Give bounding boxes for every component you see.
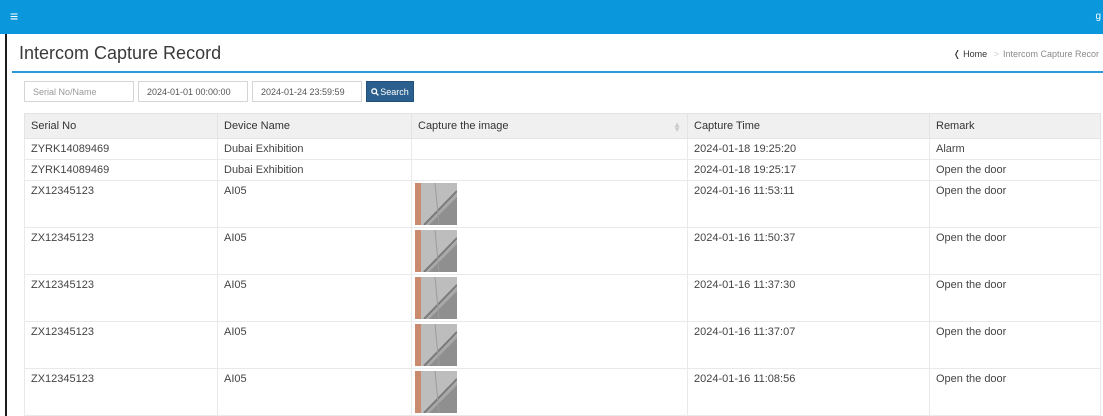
start-time-input[interactable] bbox=[138, 81, 248, 102]
capture-time-cell: 2024-01-16 11:08:56 bbox=[687, 368, 930, 416]
top-navbar: ≡ g bbox=[0, 0, 1103, 34]
breadcrumb-home[interactable]: ❬ Home bbox=[953, 49, 990, 59]
column-header-time[interactable]: Capture Time bbox=[687, 113, 930, 139]
search-button-label: Search bbox=[380, 86, 409, 97]
device-name-cell: AI05 bbox=[217, 321, 412, 369]
remark-cell: Open the door bbox=[929, 274, 1101, 322]
remark-cell: Open the door bbox=[929, 159, 1101, 181]
breadcrumb-home-label: Home bbox=[963, 49, 988, 59]
sidebar-edge bbox=[0, 34, 7, 416]
capture-thumbnail[interactable] bbox=[415, 230, 457, 272]
table-row[interactable]: ZX12345123 AI05 2024-01-16 11:53:11 Open th… bbox=[24, 180, 1101, 228]
remark-cell: Open the door bbox=[929, 227, 1101, 275]
column-header-image[interactable]: Capture the image ▲ ▼ bbox=[411, 113, 688, 139]
serial-cell: ZX12345123 bbox=[24, 227, 218, 275]
column-header-remark[interactable]: Remark bbox=[929, 113, 1101, 139]
table-row[interactable]: ZX12345123 AI05 2024-01-16 11:50:37 Open th… bbox=[24, 227, 1101, 275]
serial-search-input[interactable] bbox=[24, 81, 134, 102]
capture-time-cell: 2024-01-18 19:25:20 bbox=[687, 138, 930, 160]
capture-image-cell bbox=[411, 227, 688, 275]
device-name-cell: AI05 bbox=[217, 180, 412, 228]
table-row[interactable]: ZYRK14089469 Dubai Exhibition 2024-01-18 1… bbox=[24, 159, 1101, 181]
column-header-serial[interactable]: Serial No bbox=[24, 113, 218, 139]
capture-time-cell: 2024-01-18 19:25:17 bbox=[687, 159, 930, 181]
breadcrumb: ❬ Home > Intercom Capture Recor bbox=[953, 49, 1099, 60]
serial-cell: ZX12345123 bbox=[24, 368, 218, 416]
serial-cell: ZX12345123 bbox=[24, 180, 218, 228]
device-name-cell: AI05 bbox=[217, 274, 412, 322]
table-header-row: Serial No Device Name Capture the image ▲… bbox=[24, 113, 1101, 139]
device-name-cell: Dubai Exhibition bbox=[217, 159, 412, 181]
breadcrumb-current: Intercom Capture Recor bbox=[1002, 49, 1099, 59]
capture-image-cell bbox=[411, 368, 688, 416]
serial-cell: ZYRK14089469 bbox=[24, 159, 218, 181]
serial-cell: ZX12345123 bbox=[24, 274, 218, 322]
device-name-cell: AI05 bbox=[217, 227, 412, 275]
capture-image-cell bbox=[411, 159, 688, 181]
user-menu[interactable]: g bbox=[1095, 11, 1101, 22]
breadcrumb-separator: > bbox=[993, 49, 999, 59]
capture-time-cell: 2024-01-16 11:50:37 bbox=[687, 227, 930, 275]
remark-cell: Open the door bbox=[929, 321, 1101, 369]
sort-icon: ▲ ▼ bbox=[673, 120, 681, 134]
remark-cell: Open the door bbox=[929, 180, 1101, 228]
serial-cell: ZX12345123 bbox=[24, 321, 218, 369]
capture-thumbnail[interactable] bbox=[415, 183, 457, 225]
table-row[interactable]: ZX12345123 AI05 2024-01-16 11:08:56 Open th… bbox=[24, 368, 1101, 416]
search-icon bbox=[371, 87, 380, 96]
device-name-cell: Dubai Exhibition bbox=[217, 138, 412, 160]
device-name-cell: AI05 bbox=[217, 368, 412, 416]
capture-image-cell bbox=[411, 138, 688, 160]
home-icon: ❬ bbox=[953, 49, 961, 59]
remark-cell: Open the door bbox=[929, 368, 1101, 416]
column-header-device[interactable]: Device Name bbox=[217, 113, 412, 139]
capture-image-cell bbox=[411, 274, 688, 322]
table-row[interactable]: ZYRK14089469 Dubai Exhibition 2024-01-18 1… bbox=[24, 138, 1101, 160]
table-body: ZYRK14089469 Dubai Exhibition 2024-01-18 1… bbox=[24, 138, 1101, 416]
end-time-input[interactable] bbox=[252, 81, 362, 102]
capture-thumbnail[interactable] bbox=[415, 324, 457, 366]
search-button[interactable]: Search bbox=[366, 81, 414, 102]
table-row[interactable]: ZX12345123 AI05 2024-01-16 11:37:07 Open th… bbox=[24, 321, 1101, 369]
hamburger-icon[interactable]: ≡ bbox=[10, 9, 18, 23]
capture-image-cell bbox=[411, 180, 688, 228]
capture-thumbnail[interactable] bbox=[415, 371, 457, 413]
remark-cell: Alarm bbox=[929, 138, 1101, 160]
capture-time-cell: 2024-01-16 11:37:30 bbox=[687, 274, 930, 322]
column-header-image-label: Capture the image bbox=[418, 120, 509, 132]
capture-time-cell: 2024-01-16 11:37:07 bbox=[687, 321, 930, 369]
capture-image-cell bbox=[411, 321, 688, 369]
serial-cell: ZYRK14089469 bbox=[24, 138, 218, 160]
capture-record-table: Serial No Device Name Capture the image ▲… bbox=[24, 113, 1101, 416]
table-row[interactable]: ZX12345123 AI05 2024-01-16 11:37:30 Open th… bbox=[24, 274, 1101, 322]
capture-thumbnail[interactable] bbox=[415, 277, 457, 319]
title-divider bbox=[12, 71, 1103, 73]
capture-time-cell: 2024-01-16 11:53:11 bbox=[687, 180, 930, 228]
page-title: Intercom Capture Record bbox=[19, 43, 222, 63]
